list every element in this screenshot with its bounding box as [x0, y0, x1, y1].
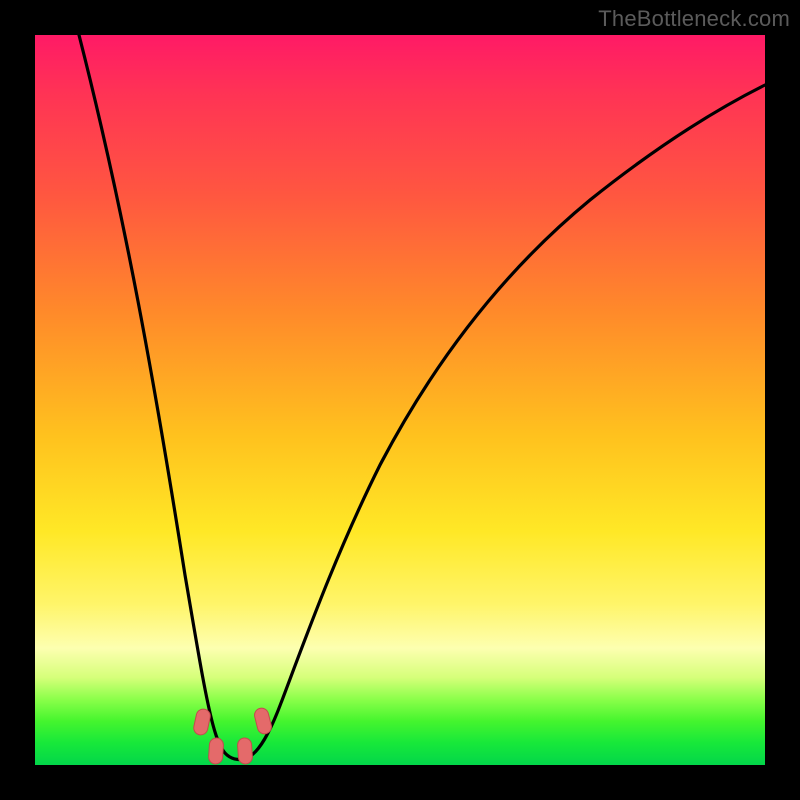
marker-right-shoulder	[253, 707, 273, 736]
plot-area	[35, 35, 765, 765]
chart-frame: TheBottleneck.com	[0, 0, 800, 800]
marker-valley-right	[237, 738, 253, 765]
valley-markers	[192, 707, 272, 765]
curve-path	[79, 35, 765, 759]
watermark-text: TheBottleneck.com	[598, 6, 790, 32]
marker-valley-left	[208, 738, 224, 765]
marker-left-shoulder	[192, 708, 211, 736]
bottleneck-curve	[35, 35, 765, 765]
